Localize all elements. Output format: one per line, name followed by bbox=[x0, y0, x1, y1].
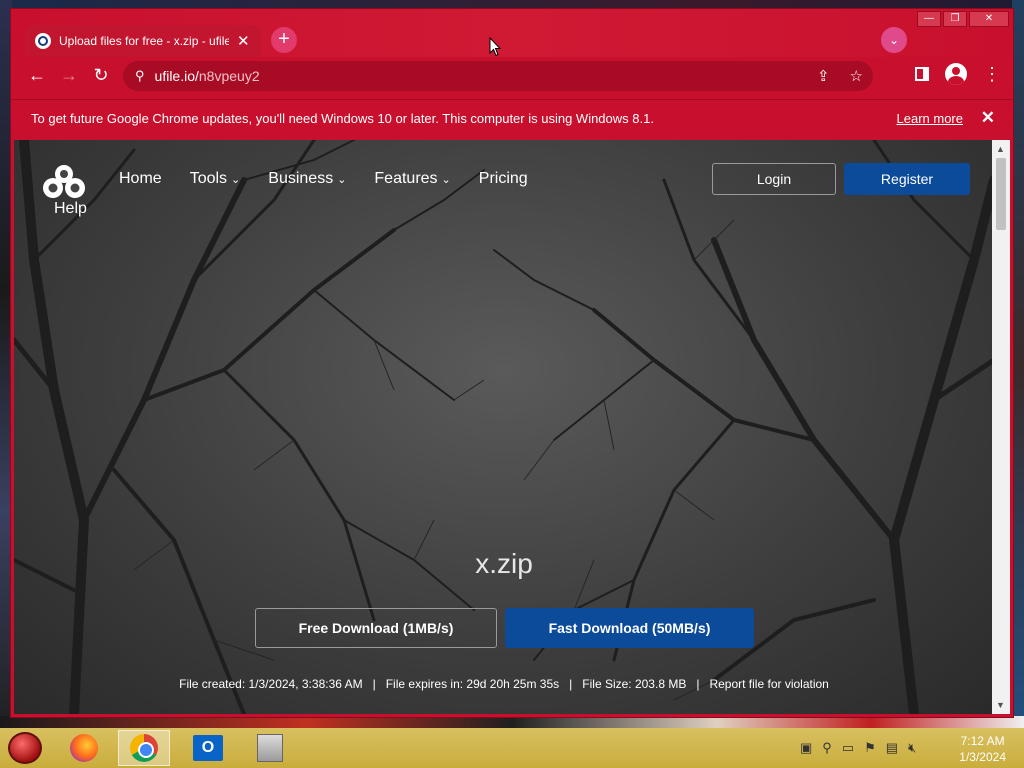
chrome-icon bbox=[130, 734, 158, 762]
omnibox-actions: ⇪ ☆ bbox=[817, 67, 863, 85]
tab-close-icon[interactable]: ✕ bbox=[237, 32, 250, 50]
help-link[interactable]: Help bbox=[54, 200, 87, 218]
url-text[interactable]: ufile.io/n8vpeuy2 bbox=[155, 68, 260, 84]
url-host: ufile.io/ bbox=[154, 68, 199, 84]
nav-label: Pricing bbox=[478, 170, 528, 187]
forward-icon[interactable]: → bbox=[53, 65, 85, 86]
new-tab-button[interactable]: + bbox=[271, 27, 297, 53]
nav-label: Features bbox=[374, 170, 438, 187]
file-manager-icon bbox=[257, 734, 283, 762]
address-bar[interactable]: ⚲ ufile.io/n8vpeuy2 ⇪ ☆ bbox=[123, 61, 873, 91]
nav-home[interactable]: Home bbox=[119, 170, 162, 188]
network-icon[interactable]: ▤ bbox=[886, 740, 898, 756]
nav-tools[interactable]: Tools ⌄ bbox=[190, 170, 241, 188]
login-button[interactable]: Login bbox=[712, 163, 836, 195]
register-button[interactable]: Register bbox=[844, 163, 970, 195]
separator: | bbox=[569, 677, 573, 691]
system-clock[interactable]: 7:12 AM 1/3/2024 bbox=[959, 733, 1006, 765]
minimize-button[interactable]: — bbox=[917, 11, 941, 27]
tab-title: Upload files for free - x.zip - ufile.io bbox=[59, 34, 229, 48]
infobar-message: To get future Google Chrome updates, you… bbox=[31, 111, 654, 126]
flag-icon[interactable]: ⚑ bbox=[864, 740, 876, 756]
title-bar[interactable]: Upload files for free - x.zip - ufile.io… bbox=[11, 9, 1013, 57]
mouse-cursor-icon bbox=[489, 37, 501, 57]
report-link[interactable]: Report file for violation bbox=[709, 677, 828, 691]
nav-pricing[interactable]: Pricing bbox=[479, 170, 528, 188]
clock-date: 1/3/2024 bbox=[959, 750, 1006, 764]
nav-business[interactable]: Business ⌄ bbox=[268, 170, 346, 188]
scroll-up-icon[interactable]: ▲ bbox=[996, 144, 1005, 154]
reload-icon[interactable]: ↻ bbox=[85, 65, 117, 86]
separator: | bbox=[372, 677, 376, 691]
profile-avatar-icon[interactable] bbox=[945, 63, 967, 85]
file-created: File created: 1/3/2024, 3:38:36 AM bbox=[179, 677, 363, 691]
outlook-icon: O bbox=[193, 735, 223, 761]
chevron-down-icon: ⌄ bbox=[441, 174, 451, 186]
close-window-button[interactable]: ✕ bbox=[969, 11, 1009, 27]
vertical-scrollbar[interactable]: ▲ ▼ bbox=[992, 140, 1010, 714]
site-info-icon[interactable]: ⚲ bbox=[135, 68, 145, 84]
window-controls: — ❐ ✕ bbox=[917, 11, 1009, 27]
taskbar-firefox[interactable] bbox=[58, 730, 110, 766]
learn-more-link[interactable]: Learn more bbox=[897, 111, 963, 126]
tab-search-icon[interactable]: ⌄ bbox=[881, 27, 907, 53]
scroll-down-icon[interactable]: ▼ bbox=[996, 700, 1005, 710]
infobar-close-icon[interactable]: ✕ bbox=[981, 108, 995, 128]
browser-toolbar: ← → ↻ ⚲ ufile.io/n8vpeuy2 ⇪ ☆ ⋮ bbox=[11, 57, 1013, 93]
tray-app-icon[interactable]: ▣ bbox=[800, 740, 812, 756]
file-name: x.zip bbox=[475, 548, 533, 579]
tab-active[interactable]: Upload files for free - x.zip - ufile.io… bbox=[25, 25, 261, 57]
firefox-icon bbox=[70, 734, 98, 762]
side-panel-icon[interactable] bbox=[915, 67, 929, 81]
site-nav: Home Tools ⌄ Business ⌄ Features ⌄ Pricing bbox=[119, 170, 528, 188]
nav-features[interactable]: Features ⌄ bbox=[374, 170, 450, 188]
tree-silhouette-background bbox=[14, 140, 994, 714]
system-tray: ▣ ⚲ ▭ ⚑ ▤ 🔇︎ bbox=[800, 740, 916, 756]
fast-download-button[interactable]: Fast Download (50MB/s) bbox=[505, 608, 754, 648]
url-path: n8vpeuy2 bbox=[198, 68, 260, 84]
bookmark-star-icon[interactable]: ☆ bbox=[850, 67, 863, 85]
taskbar-outlook[interactable]: O bbox=[182, 730, 234, 766]
share-icon[interactable]: ⇪ bbox=[817, 67, 830, 85]
update-infobar: To get future Google Chrome updates, you… bbox=[11, 99, 1013, 137]
ufile-logo-icon[interactable] bbox=[40, 162, 88, 202]
taskbar-file-manager[interactable] bbox=[244, 730, 296, 766]
file-expires: File expires in: 29d 20h 25m 35s bbox=[385, 677, 560, 691]
clock-time: 7:12 AM bbox=[960, 734, 1005, 748]
nav-label: Business bbox=[268, 170, 334, 187]
nav-label: Tools bbox=[189, 170, 228, 187]
windows-taskbar: O ▣ ⚲ ▭ ⚑ ▤ 🔇︎ 7:12 AM 1/3/2024 bbox=[0, 728, 1024, 768]
taskbar-chrome[interactable] bbox=[118, 730, 170, 766]
search-icon[interactable]: ⚲ bbox=[822, 740, 832, 756]
free-download-button[interactable]: Free Download (1MB/s) bbox=[255, 608, 497, 648]
toolbar-right: ⋮ bbox=[915, 63, 1001, 85]
file-size: File Size: 203.8 MB bbox=[582, 677, 687, 691]
nav-label: Home bbox=[119, 170, 162, 187]
ufile-favicon-icon bbox=[35, 33, 51, 49]
maximize-button[interactable]: ❐ bbox=[943, 11, 967, 27]
volume-muted-icon[interactable]: 🔇︎ bbox=[908, 740, 916, 756]
browser-window: Upload files for free - x.zip - ufile.io… bbox=[10, 8, 1014, 718]
separator: | bbox=[696, 677, 700, 691]
overflow-icon[interactable]: ▭ bbox=[842, 740, 854, 756]
start-button[interactable] bbox=[8, 732, 42, 764]
back-icon[interactable]: ← bbox=[21, 65, 53, 86]
page-viewport: Help Home Tools ⌄ Business ⌄ Features ⌄ Pri… bbox=[14, 140, 994, 714]
chevron-down-icon: ⌄ bbox=[337, 174, 347, 186]
file-info-bar: File created: 1/3/2024, 3:38:36 AM | File … bbox=[14, 677, 994, 691]
chevron-down-icon: ⌄ bbox=[231, 174, 241, 186]
scrollbar-thumb[interactable] bbox=[996, 158, 1006, 230]
menu-kebab-icon[interactable]: ⋮ bbox=[983, 65, 1001, 83]
